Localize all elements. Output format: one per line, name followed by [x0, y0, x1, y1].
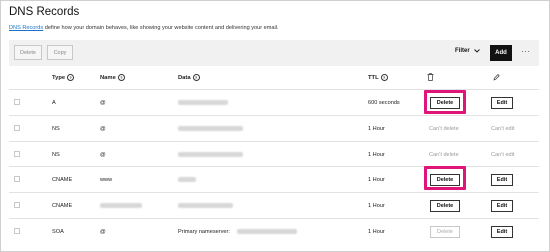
highlight-box [424, 166, 466, 190]
pencil-icon [493, 74, 500, 81]
row-checkbox[interactable] [14, 176, 20, 182]
info-icon[interactable]: ? [117, 74, 125, 81]
row-checkbox[interactable] [14, 151, 20, 157]
info-icon[interactable]: ? [192, 74, 200, 81]
trash-icon [427, 73, 434, 81]
table-row: NS @ 1 Hour Can't delete Can't edit [9, 141, 539, 168]
record-data-redacted [178, 177, 196, 182]
record-data-redacted [178, 203, 233, 208]
record-data-redacted [178, 126, 243, 131]
cannot-edit-label: Can't edit [491, 152, 515, 158]
column-header-type[interactable]: Type ? [52, 74, 75, 81]
type-header-label: Type [52, 74, 66, 81]
record-type: CNAME [52, 203, 73, 209]
delete-selected-button[interactable]: Delete [14, 45, 42, 60]
record-name: www [100, 177, 113, 183]
record-ttl: 600 seconds [368, 100, 400, 106]
edit-record-button[interactable]: Edit [491, 200, 513, 212]
name-header-label: Name [100, 74, 116, 81]
record-data-redacted [237, 229, 297, 234]
record-type: NS [52, 152, 60, 158]
highlight-box [424, 90, 466, 114]
record-data: Primary nameserver: [178, 229, 230, 235]
cannot-delete-label: Can't delete [429, 126, 459, 132]
record-name: @ [100, 126, 106, 132]
column-header-ttl[interactable]: TTL ? [368, 74, 388, 81]
description-text: define how your domain behaves, like sho… [43, 25, 279, 31]
filter-label: Filter [455, 48, 470, 54]
info-icon[interactable]: ? [67, 74, 75, 81]
record-type: CNAME [52, 177, 73, 183]
record-ttl: 1 Hour [368, 126, 385, 132]
table-row: SOA @ Primary nameserver: 1 Hour Delete … [9, 218, 539, 245]
record-ttl: 1 Hour [368, 203, 385, 209]
record-data-redacted [178, 152, 243, 157]
more-options-icon[interactable]: ··· [521, 47, 531, 56]
record-ttl: 1 Hour [368, 177, 385, 183]
delete-record-button[interactable]: Delete [430, 226, 460, 238]
edit-record-button[interactable]: Edit [491, 97, 513, 109]
row-checkbox[interactable] [14, 99, 20, 105]
row-checkbox[interactable] [14, 228, 20, 234]
edit-record-button[interactable]: Edit [491, 174, 513, 186]
record-name: @ [100, 229, 106, 235]
cannot-delete-label: Can't delete [429, 152, 459, 158]
record-data-redacted [178, 100, 228, 105]
row-checkbox[interactable] [14, 125, 20, 131]
column-header-data[interactable]: Data ? [178, 74, 200, 81]
delete-record-button[interactable]: Delete [430, 200, 460, 212]
record-ttl: 1 Hour [368, 229, 385, 235]
page-title: DNS Records [9, 6, 80, 18]
ttl-header-label: TTL [368, 74, 379, 81]
data-header-label: Data [178, 74, 191, 81]
chevron-down-icon [473, 49, 480, 53]
copy-button[interactable]: Copy [47, 45, 73, 60]
row-checkbox[interactable] [14, 202, 20, 208]
add-button[interactable]: Add [490, 45, 512, 61]
page-description: DNS Records define how your domain behav… [9, 25, 279, 31]
filter-button[interactable]: Filter [455, 48, 480, 54]
table-row: NS @ 1 Hour Can't delete Can't edit [9, 115, 539, 142]
info-icon[interactable]: ? [380, 74, 388, 81]
cannot-edit-label: Can't edit [491, 126, 515, 132]
record-type: SOA [52, 229, 64, 235]
record-ttl: 1 Hour [368, 152, 385, 158]
dns-records-link[interactable]: DNS Records [9, 25, 43, 31]
record-type: A [52, 100, 56, 106]
toolbar: Delete Copy Filter Add ··· [9, 40, 539, 66]
record-name: @ [100, 100, 106, 106]
table-row: CNAME 1 Hour Delete Edit [9, 192, 539, 219]
record-name: @ [100, 152, 106, 158]
record-type: NS [52, 126, 60, 132]
record-name-redacted [100, 203, 142, 208]
column-header-name[interactable]: Name ? [100, 74, 125, 81]
edit-record-button[interactable]: Edit [491, 226, 513, 238]
